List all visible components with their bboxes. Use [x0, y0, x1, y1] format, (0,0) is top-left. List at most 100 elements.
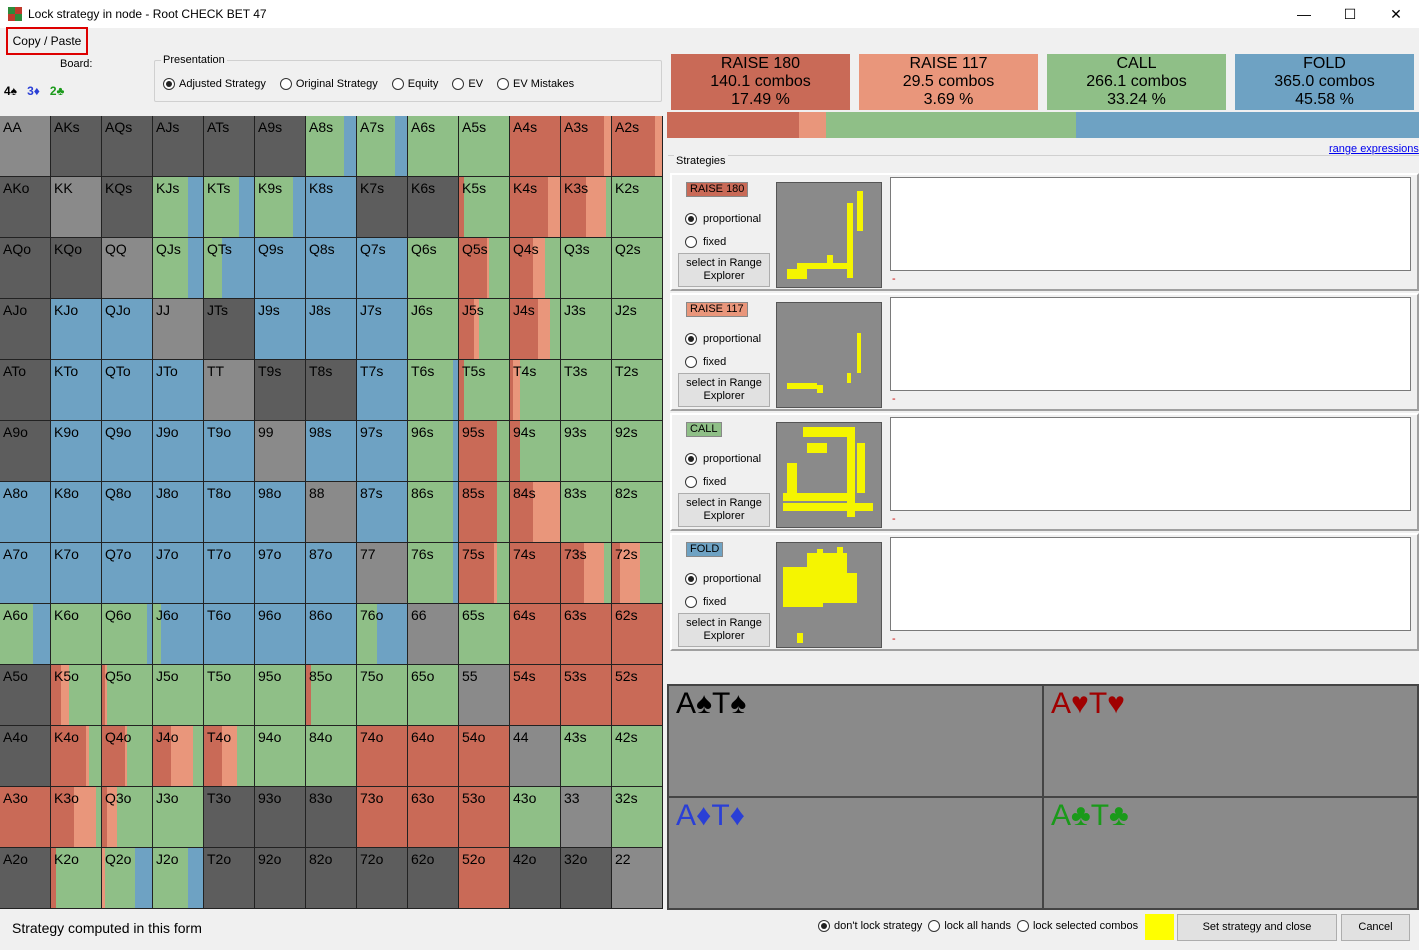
hand-cell[interactable]: 76s [408, 543, 459, 604]
hand-cell[interactable]: 64o [408, 726, 459, 787]
hand-cell[interactable]: K2s [612, 177, 663, 238]
hand-cell[interactable]: 63s [561, 604, 612, 665]
hand-cell[interactable]: Q5o [102, 665, 153, 726]
hand-cell[interactable]: 87o [306, 543, 357, 604]
hand-cell[interactable]: 96o [255, 604, 306, 665]
hand-cell[interactable]: AJo [0, 299, 51, 360]
hand-cell[interactable]: 95s [459, 421, 510, 482]
radio-icon[interactable] [685, 453, 697, 465]
hand-cell[interactable]: 76o [357, 604, 408, 665]
hand-cell[interactable]: T9s [255, 360, 306, 421]
hand-cell[interactable]: K4o [51, 726, 102, 787]
hand-cell[interactable]: 72o [357, 848, 408, 909]
hand-cell[interactable]: T4s [510, 360, 561, 421]
hand-cell[interactable]: J8s [306, 299, 357, 360]
hand-cell[interactable]: A6s [408, 116, 459, 177]
hand-cell[interactable]: KQo [51, 238, 102, 299]
hand-cell[interactable]: A7s [357, 116, 408, 177]
hand-cell[interactable]: Q9s [255, 238, 306, 299]
hand-cell[interactable]: 87s [357, 482, 408, 543]
hand-cell[interactable]: 32s [612, 787, 663, 848]
hand-cell[interactable]: 22 [612, 848, 663, 909]
hand-cell[interactable]: T8o [204, 482, 255, 543]
hand-cell[interactable]: AJs [153, 116, 204, 177]
hand-cell[interactable]: 83o [306, 787, 357, 848]
radio-icon[interactable] [818, 920, 830, 932]
proportional-radio[interactable]: proportional [685, 333, 761, 345]
hand-cell[interactable]: 62o [408, 848, 459, 909]
hand-cell[interactable]: J2o [153, 848, 204, 909]
radio-icon[interactable] [928, 920, 941, 932]
hand-cell[interactable]: 42s [612, 726, 663, 787]
hand-cell[interactable]: Q4o [102, 726, 153, 787]
hand-cell[interactable]: K4s [510, 177, 561, 238]
hand-cell[interactable]: J6s [408, 299, 459, 360]
hand-cell[interactable]: AKs [51, 116, 102, 177]
cancel-button[interactable]: Cancel [1341, 914, 1410, 941]
hand-cell[interactable]: KJs [153, 177, 204, 238]
hand-cell[interactable]: Q6s [408, 238, 459, 299]
hand-cell[interactable]: 52o [459, 848, 510, 909]
hand-cell[interactable]: 64s [510, 604, 561, 665]
radio-icon[interactable] [452, 78, 465, 90]
hand-cell[interactable]: J4o [153, 726, 204, 787]
hand-cell[interactable]: K7s [357, 177, 408, 238]
hand-cell[interactable]: Q2s [612, 238, 663, 299]
hand-cell[interactable]: JTo [153, 360, 204, 421]
hand-cell[interactable]: 73s [561, 543, 612, 604]
hand-cell[interactable]: Q8o [102, 482, 153, 543]
hand-cell[interactable]: 94s [510, 421, 561, 482]
hand-cell[interactable]: T7o [204, 543, 255, 604]
hand-cell[interactable]: Q3s [561, 238, 612, 299]
hand-cell[interactable]: T2o [204, 848, 255, 909]
hand-cell[interactable]: J4s [510, 299, 561, 360]
radio-icon[interactable] [685, 596, 697, 608]
hand-cell[interactable]: JTs [204, 299, 255, 360]
hand-cell[interactable]: J6o [153, 604, 204, 665]
presentation-option-3[interactable]: EV [452, 78, 483, 90]
strategy-text-area[interactable] [890, 297, 1411, 391]
proportional-radio[interactable]: proportional [685, 213, 761, 225]
hand-cell[interactable]: K9s [255, 177, 306, 238]
hand-cell[interactable]: QQ [102, 238, 153, 299]
hand-cell[interactable]: 75s [459, 543, 510, 604]
hand-cell[interactable]: A3s [561, 116, 612, 177]
radio-icon[interactable] [391, 78, 404, 90]
hand-cell[interactable]: K5o [51, 665, 102, 726]
hand-cell[interactable]: 63o [408, 787, 459, 848]
hand-cell[interactable]: 43s [561, 726, 612, 787]
hand-cell[interactable]: 73o [357, 787, 408, 848]
hand-cell[interactable]: 54o [459, 726, 510, 787]
minimize-icon[interactable]: — [1281, 0, 1327, 28]
hand-cell[interactable]: T5o [204, 665, 255, 726]
hand-cell[interactable]: KK [51, 177, 102, 238]
hand-cell[interactable]: T8s [306, 360, 357, 421]
hand-cell[interactable]: K7o [51, 543, 102, 604]
hand-cell[interactable]: KQs [102, 177, 153, 238]
presentation-option-0[interactable]: Adjusted Strategy [163, 78, 266, 90]
hand-cell[interactable]: T6s [408, 360, 459, 421]
presentation-option-4[interactable]: EV Mistakes [497, 78, 574, 90]
hand-cell[interactable]: 32o [561, 848, 612, 909]
hand-cell[interactable]: 72s [612, 543, 663, 604]
hand-cell[interactable]: AKo [0, 177, 51, 238]
hand-cell[interactable]: Q4s [510, 238, 561, 299]
hand-cell[interactable]: A2o [0, 848, 51, 909]
hand-cell[interactable]: 75o [357, 665, 408, 726]
radio-icon[interactable] [685, 356, 697, 368]
hand-cell[interactable]: K3o [51, 787, 102, 848]
proportional-radio[interactable]: proportional [685, 453, 761, 465]
hand-cell[interactable]: 62s [612, 604, 663, 665]
radio-icon[interactable] [497, 78, 510, 90]
hand-cell[interactable]: K3s [561, 177, 612, 238]
range-expressions-link[interactable]: range expressions [1329, 143, 1419, 155]
hand-cell[interactable]: Q5s [459, 238, 510, 299]
hand-cell[interactable]: J8o [153, 482, 204, 543]
radio-icon[interactable] [685, 236, 697, 248]
hand-cell[interactable]: J5s [459, 299, 510, 360]
hand-cell[interactable]: 98s [306, 421, 357, 482]
hand-cell[interactable]: 54s [510, 665, 561, 726]
radio-icon[interactable] [279, 78, 292, 90]
hand-cell[interactable]: A9s [255, 116, 306, 177]
hand-cell[interactable]: T2s [612, 360, 663, 421]
